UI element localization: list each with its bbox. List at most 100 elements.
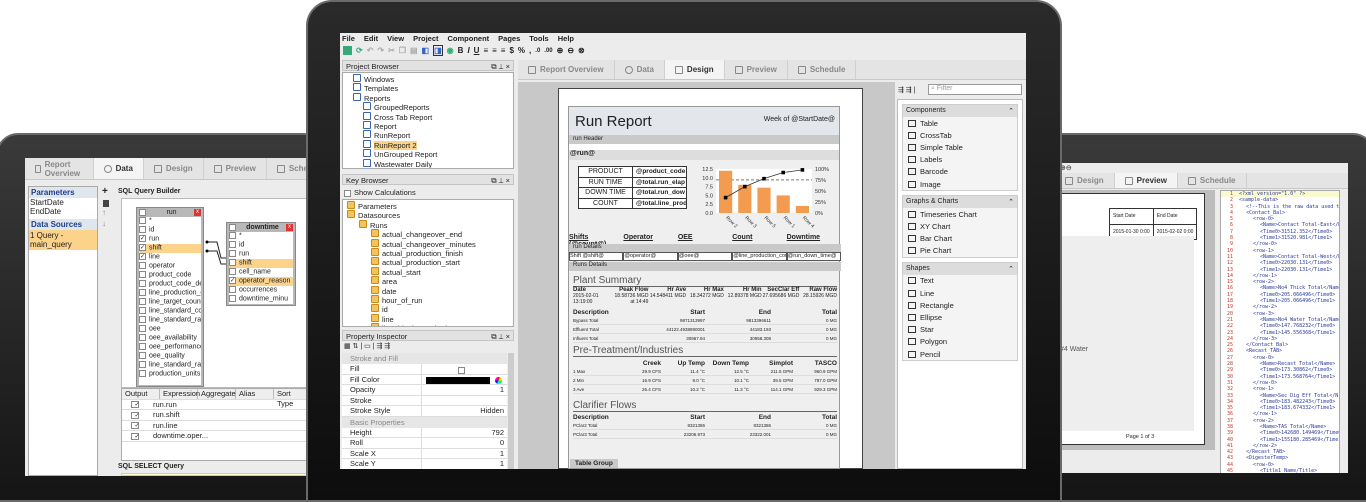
key-item[interactable]: id: [343, 304, 513, 314]
trash-icon[interactable]: [103, 200, 109, 207]
grid-row[interactable]: ✓ run.line: [122, 420, 315, 431]
run-table-box[interactable]: run x * id ✓ run ✓ shift ✓ line operator product_c…: [136, 207, 204, 387]
key-item[interactable]: Parameters: [343, 201, 513, 211]
tab-design[interactable]: Design: [1055, 173, 1115, 188]
parameter-item[interactable]: EndDate: [29, 207, 97, 216]
key-item[interactable]: area: [343, 276, 513, 286]
palette-item[interactable]: Star: [903, 324, 1017, 336]
show-calculations-checkbox[interactable]: Show Calculations: [344, 188, 416, 197]
comma-icon[interactable]: ,: [529, 46, 531, 55]
sql-select-editor[interactable]: [121, 473, 315, 476]
field-row[interactable]: line_target_count: [139, 298, 201, 307]
field-checkbox[interactable]: [139, 217, 146, 224]
italic-icon[interactable]: I: [467, 46, 469, 55]
xml-editor[interactable]: 1 <?xml version="1.0" ?> 2 <sample-data> 3 <!…: [1220, 190, 1340, 473]
field-checkbox[interactable]: [139, 271, 146, 278]
property-value[interactable]: 792: [422, 428, 507, 438]
field-row[interactable]: line_standard_rate: [139, 316, 201, 325]
bold-icon[interactable]: B: [458, 46, 464, 55]
field-row[interactable]: product_code_des: [139, 280, 201, 289]
table-group-tab[interactable]: Table Group: [570, 459, 618, 468]
underline-icon[interactable]: U: [474, 46, 480, 55]
field-checkbox[interactable]: [229, 259, 236, 266]
tree-item[interactable]: GroupedReports: [343, 102, 513, 112]
property-scrollbar[interactable]: [508, 353, 514, 469]
palette-item[interactable]: Rectangle: [903, 299, 1017, 311]
close-icon[interactable]: x: [285, 224, 293, 231]
field-checkbox[interactable]: [139, 307, 146, 314]
collapse-icon[interactable]: ⌃: [1008, 265, 1014, 273]
key-item[interactable]: Runs: [343, 219, 513, 230]
panel-controls-icon[interactable]: ⧉ ⊥ ×: [491, 332, 510, 341]
property-row[interactable]: Height 792: [342, 427, 507, 438]
tab-schedule[interactable]: Schedule: [788, 60, 857, 79]
property-row[interactable]: Stroke Style Hidden: [342, 406, 507, 417]
field-row[interactable]: downtime_minu: [229, 295, 293, 304]
data-source-item[interactable]: 1 Query - main_query: [29, 230, 97, 250]
property-value[interactable]: [422, 396, 507, 406]
grid-header[interactable]: Expression: [160, 389, 200, 399]
tree-item[interactable]: Wastewater Daily: [343, 158, 513, 168]
pareto-chart[interactable]: 12.5 10.0 7.5 5.0 2.5 0.0 100% 75% 50% 25% 0% Row 2…: [694, 163, 840, 233]
grid-header[interactable]: Alias: [236, 389, 274, 399]
align-right-icon[interactable]: ≡: [501, 46, 506, 55]
property-value[interactable]: 0: [422, 438, 507, 448]
property-row[interactable]: Opacity 1: [342, 385, 507, 396]
property-value[interactable]: Hidden: [422, 406, 507, 416]
key-item[interactable]: date: [343, 285, 513, 296]
run-details-band[interactable]: run Details: [569, 244, 841, 252]
palette-item[interactable]: Table: [903, 117, 1017, 129]
tree-item[interactable]: UnGrouped Report: [343, 149, 513, 159]
run-info-table[interactable]: PRODUCT @product_code RUN TIME @total.run_e…: [578, 166, 687, 209]
field-checkbox[interactable]: ✓: [139, 235, 146, 242]
palette-item[interactable]: CrossTab: [903, 129, 1017, 141]
tab-report-overview[interactable]: Report Overview: [518, 60, 615, 79]
grid-row[interactable]: ✓ run.shift: [122, 410, 315, 421]
key-item[interactable]: actual_production_finish: [343, 247, 513, 258]
field-row[interactable]: shift: [229, 259, 293, 268]
run-header-band[interactable]: run Header: [569, 135, 839, 144]
field-checkbox[interactable]: [139, 334, 146, 341]
field-checkbox[interactable]: [229, 268, 236, 275]
field-checkbox[interactable]: [139, 280, 146, 287]
detail-row[interactable]: Shift @shift@ @operator@ @oee@ @line_produc…: [569, 252, 842, 261]
field-checkbox[interactable]: [139, 325, 146, 332]
tab-preview[interactable]: Preview: [204, 158, 267, 179]
palette-item[interactable]: Simple Table: [903, 141, 1017, 153]
palette-item[interactable]: XY Chart: [903, 220, 1017, 232]
field-checkbox[interactable]: [139, 370, 146, 377]
key-item[interactable]: Datasources: [343, 210, 513, 220]
key-item[interactable]: actual_production_start: [343, 257, 513, 267]
layer-green-icon[interactable]: ◉: [447, 46, 454, 55]
field-checkbox[interactable]: ✓: [139, 253, 146, 260]
grid-header[interactable]: Output: [122, 389, 160, 399]
palette-item[interactable]: Labels: [903, 154, 1017, 166]
palette-item[interactable]: Image: [903, 178, 1017, 190]
output-checkbox[interactable]: ✓: [130, 411, 140, 419]
decimal-dec-icon[interactable]: .00: [544, 48, 552, 54]
field-checkbox[interactable]: [139, 262, 146, 269]
field-row[interactable]: cell_name: [229, 268, 293, 277]
output-checkbox[interactable]: ✓: [130, 432, 140, 440]
tree-item[interactable]: Templates: [343, 83, 513, 93]
menu-item[interactable]: Help: [558, 34, 574, 43]
tree-item[interactable]: RunReport: [343, 130, 513, 140]
collapse-icon[interactable]: ⌃: [1008, 107, 1014, 115]
field-row[interactable]: *: [229, 232, 293, 241]
save-icon[interactable]: [343, 46, 352, 55]
parameter-item[interactable]: StartDate: [29, 198, 97, 207]
tab-design[interactable]: Design: [144, 158, 204, 179]
palette-group-header[interactable]: Graphs & Charts ⌃: [903, 196, 1017, 209]
tab-preview[interactable]: Preview: [725, 60, 788, 79]
palette-group-header[interactable]: Components ⌃: [903, 105, 1017, 117]
field-checkbox[interactable]: [229, 232, 236, 239]
menu-item[interactable]: File: [342, 34, 355, 43]
field-checkbox[interactable]: [229, 241, 236, 248]
field-checkbox[interactable]: ✓: [139, 244, 146, 251]
property-table[interactable]: Stroke and Fill Fill Fill Color Opacity 1 Str…: [342, 353, 507, 469]
color-wheel-icon[interactable]: [495, 377, 502, 384]
field-row[interactable]: ✓ shift: [139, 244, 201, 253]
query-grid[interactable]: Output Expression Aggregate Alias Sort Type …: [121, 388, 315, 461]
tab-report-overview[interactable]: Report Overview: [25, 158, 94, 179]
field-row[interactable]: product_code: [139, 271, 201, 280]
